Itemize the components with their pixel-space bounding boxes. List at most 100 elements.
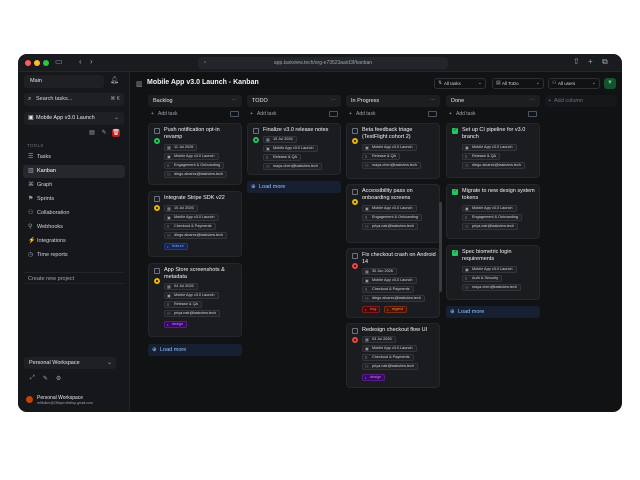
column-header[interactable]: TODO ⋯ bbox=[247, 95, 341, 107]
task-card[interactable]: Set up CI pipeline for v3.0 branch ▣Mobi… bbox=[446, 123, 540, 178]
nav-item-graph[interactable]: ⌘ Graph bbox=[23, 179, 125, 192]
nav-item-time-reports[interactable]: ◷ Time reports bbox=[23, 249, 125, 262]
task-checkbox[interactable] bbox=[154, 196, 160, 202]
user-icon: ⚇ bbox=[365, 296, 369, 301]
load-more-button[interactable]: ⊕ Load more bbox=[446, 306, 540, 318]
workspace-select[interactable]: Main bbox=[24, 75, 104, 88]
filter-funnel-icon[interactable]: ▼ bbox=[604, 78, 616, 89]
load-more-button[interactable]: ⊕ Load more bbox=[247, 181, 341, 193]
workspace-switcher[interactable]: Personal Workspace ⌄ bbox=[24, 357, 116, 369]
project-actions: ▤ ✎ 🗑︎ bbox=[88, 129, 120, 138]
calendar-icon: ▦ bbox=[365, 269, 369, 274]
plus-icon: + bbox=[250, 111, 253, 117]
more-icon[interactable]: ⋯ bbox=[430, 95, 436, 107]
add-task-button[interactable]: + Add task bbox=[446, 109, 540, 120]
task-card[interactable]: Finalize v3.0 release notes ▦ 15 Jul 2026… bbox=[247, 123, 341, 175]
back-icon[interactable]: ‹ bbox=[79, 57, 82, 66]
chevron-down-icon: ⌄ bbox=[477, 80, 482, 86]
task-checkbox[interactable] bbox=[253, 128, 259, 134]
load-more-button[interactable]: ⊕ Load more bbox=[148, 344, 242, 356]
task-card[interactable]: Integrate Stripe SDK v22 ▦ 10 Jul 2026 ▣ M… bbox=[148, 191, 242, 257]
task-checkbox-checked[interactable] bbox=[452, 249, 458, 256]
tag-icon: • bbox=[387, 307, 389, 312]
project-chip: ▣ Mobile App v3.0 Launch bbox=[164, 292, 219, 299]
add-task-button[interactable]: + Add task bbox=[247, 109, 341, 120]
task-card[interactable]: Accessibility pass on onboarding screens… bbox=[346, 184, 440, 243]
task-card[interactable]: Beta feedback triage (TestFlight cohort … bbox=[346, 123, 440, 179]
delete-icon[interactable]: 🗑︎ bbox=[112, 129, 120, 137]
priority-icon bbox=[154, 278, 160, 284]
more-icon[interactable]: ⋯ bbox=[331, 95, 337, 107]
nav-item-webhooks[interactable]: ⚲ Webhooks bbox=[23, 221, 125, 234]
task-title: Beta feedback triage (TestFlight cohort … bbox=[362, 127, 413, 140]
plus-icon: + bbox=[548, 98, 552, 104]
task-checkbox-checked[interactable] bbox=[452, 127, 458, 134]
settings-icon[interactable]: ⚙ bbox=[56, 375, 61, 382]
share-icon[interactable]: ⇧ bbox=[573, 57, 580, 66]
nav-item-collaboration[interactable]: ⚇ Collaboration bbox=[23, 207, 125, 220]
plus-icon: + bbox=[151, 111, 154, 117]
nav-item-sprints[interactable]: ⚑ Sprints bbox=[23, 193, 125, 206]
column-header[interactable]: Done ⋯ bbox=[446, 95, 540, 107]
task-checkbox[interactable] bbox=[154, 268, 160, 274]
folder-icon: ▣ bbox=[167, 293, 171, 298]
task-card[interactable]: Fix checkout crash on Android 14 ▦ 30 Jun… bbox=[346, 248, 440, 318]
priority-icon bbox=[253, 137, 259, 143]
column-header[interactable]: In Progress ⋯ bbox=[346, 95, 440, 107]
add-task-button[interactable]: + Add task bbox=[148, 109, 242, 120]
close-window-button[interactable] bbox=[25, 60, 31, 66]
graph-icon: ⌘ bbox=[28, 182, 34, 188]
task-checkbox[interactable] bbox=[352, 189, 358, 195]
load-more-label: Load more bbox=[458, 309, 485, 315]
user-filter-select[interactable]: ⚇ All users ⌄ bbox=[548, 78, 600, 89]
column-scrollbar[interactable] bbox=[439, 202, 442, 292]
task-card[interactable]: Push notification opt-in revamp ▦ 11 Jul … bbox=[148, 123, 242, 185]
nav-item-integrations[interactable]: ⚡ Integrations bbox=[23, 235, 125, 248]
add-task-button[interactable]: + Add task bbox=[346, 109, 440, 120]
edit-icon[interactable]: ✎ bbox=[43, 375, 48, 382]
project-select[interactable]: ▣ Mobile App v3.0 Launch ⌄ bbox=[24, 112, 124, 125]
sidebar-toggle-icon[interactable]: ▭ bbox=[55, 57, 63, 66]
task-checkbox[interactable] bbox=[154, 128, 160, 134]
add-column-button[interactable]: + Add column bbox=[545, 95, 617, 107]
forward-icon[interactable]: › bbox=[90, 57, 93, 66]
archive-icon[interactable]: ▤ bbox=[88, 129, 96, 137]
todo-filter-select[interactable]: ▤ All ToDo ⌄ bbox=[492, 78, 544, 89]
task-checkbox[interactable] bbox=[352, 128, 358, 134]
edit-icon[interactable]: ✎ bbox=[100, 129, 108, 137]
tabs-overview-icon[interactable]: ⧉ bbox=[602, 57, 608, 67]
column-header[interactable]: Backlog ⋯ bbox=[148, 95, 242, 107]
task-card[interactable]: Spec biometric login requirements ▣Mobil… bbox=[446, 245, 540, 300]
maximize-window-button[interactable] bbox=[43, 60, 49, 66]
task-card[interactable]: Redesign checkout flow UI ▦ 03 Jul 2026 ▣… bbox=[346, 323, 440, 388]
search-button[interactable]: ⌕ Search tasks... ⌘ K bbox=[24, 93, 124, 106]
bell-icon[interactable]: 🔔︎ bbox=[110, 76, 119, 84]
nav-label: Graph bbox=[37, 182, 53, 188]
layers-icon: ≡ bbox=[365, 355, 368, 360]
task-checkbox[interactable] bbox=[352, 328, 358, 334]
assignee-chip: ⚇ priya.nair@taskview.tech bbox=[362, 363, 419, 370]
address-bar[interactable]: ▫ app.taskview.tech/org-e73523aa/d3f/kan… bbox=[198, 57, 448, 69]
nav-item-tasks[interactable]: ☰ Tasks bbox=[23, 151, 125, 164]
more-icon[interactable]: ⋯ bbox=[232, 95, 238, 107]
date-chip: ▦ 04 Jul 2026 bbox=[164, 283, 198, 290]
create-project-button[interactable]: Create new project bbox=[24, 272, 124, 284]
task-checkbox[interactable] bbox=[352, 253, 358, 259]
task-card[interactable]: Migrate to new design system tokens ▣Mob… bbox=[446, 184, 540, 239]
task-title: App Store screenshots & metadata bbox=[164, 267, 225, 280]
task-checkbox-checked[interactable] bbox=[452, 188, 458, 195]
nav-item-kanban[interactable]: ▥ Kanban bbox=[23, 165, 125, 178]
minimize-window-button[interactable] bbox=[34, 60, 40, 66]
collapse-icon[interactable]: ⤢ bbox=[30, 375, 35, 382]
layers-icon: ≡ bbox=[365, 215, 368, 220]
more-icon[interactable]: ⋯ bbox=[530, 95, 536, 107]
keyboard-icon bbox=[329, 111, 338, 117]
todo-filter-label: All ToDo bbox=[502, 81, 519, 86]
new-tab-icon[interactable]: + bbox=[588, 57, 593, 66]
project-select-label: Mobile App v3.0 Launch bbox=[36, 115, 95, 121]
layers-icon: ≡ bbox=[167, 163, 170, 168]
task-filter-select[interactable]: ⇅ All tasks ⌄ bbox=[434, 78, 486, 89]
project-chip: ▣ Mobile App v3.0 Launch bbox=[462, 205, 517, 212]
refresh-icon: ⊕ bbox=[152, 347, 157, 353]
task-card[interactable]: App Store screenshots & metadata ▦ 04 Jul… bbox=[148, 263, 242, 337]
